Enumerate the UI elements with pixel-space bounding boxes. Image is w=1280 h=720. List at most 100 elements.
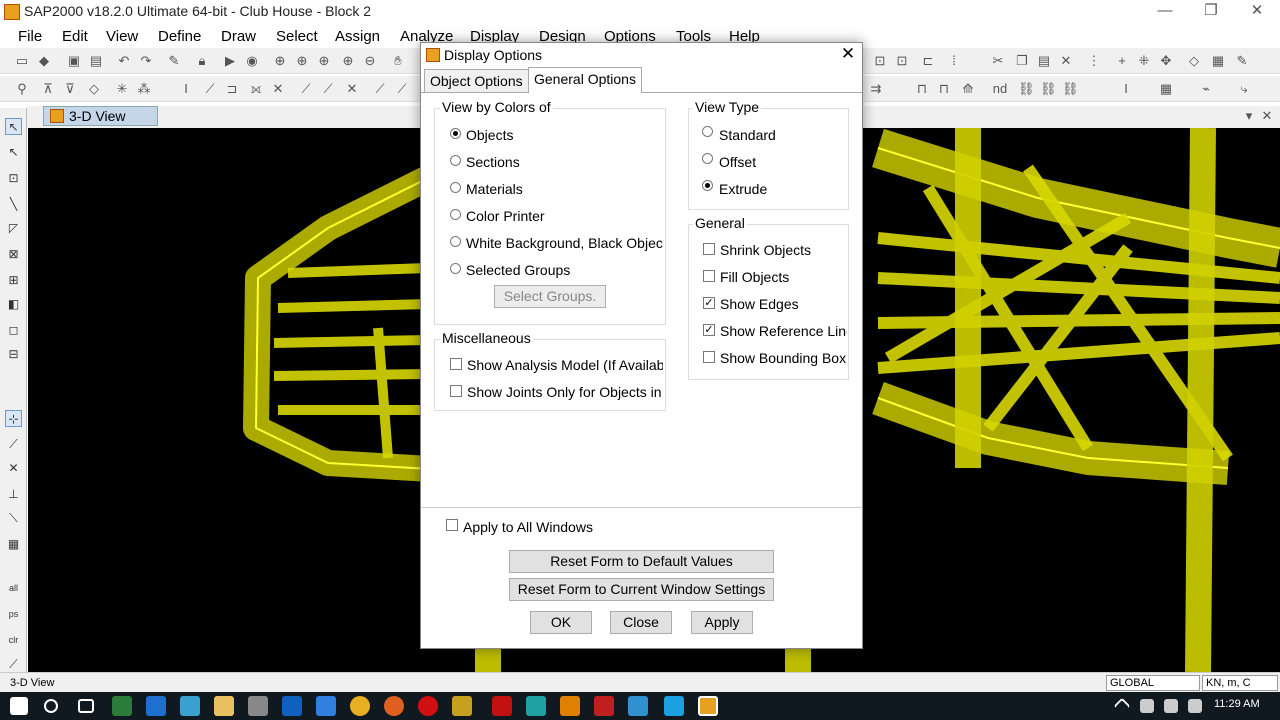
- sap2000-taskbar-icon[interactable]: [698, 696, 718, 716]
- reset-current-button[interactable]: Reset Form to Current Window Settings: [509, 578, 774, 601]
- print-icon[interactable]: ▤: [88, 53, 104, 69]
- redo-icon[interactable]: ↷: [138, 53, 154, 69]
- move-icon[interactable]: ✥: [1158, 53, 1174, 69]
- area-mesh-icon[interactable]: ⟋: [372, 81, 388, 97]
- snap-intersect-icon[interactable]: ✕: [5, 460, 22, 477]
- skype-icon[interactable]: [664, 696, 684, 716]
- refresh-icon[interactable]: ✎: [166, 53, 182, 69]
- close-view-icon[interactable]: ✕: [1259, 108, 1275, 124]
- frame-draw-icon[interactable]: ⊓: [914, 81, 930, 97]
- intersect-line-icon[interactable]: ⟋: [5, 656, 22, 673]
- menu-draw[interactable]: Draw: [221, 28, 256, 45]
- snap-line-icon[interactable]: ⟍: [5, 510, 22, 527]
- snap-end-icon[interactable]: ⟋: [5, 436, 22, 453]
- draw-link-icon[interactable]: ◻: [5, 322, 22, 339]
- radio-extrude[interactable]: [702, 180, 713, 191]
- show-analysis-model-checkbox[interactable]: [450, 358, 462, 370]
- show-frame-icon[interactable]: ⁂: [136, 81, 152, 97]
- radio-materials[interactable]: [450, 182, 461, 193]
- show-hidden-icon[interactable]: [1113, 697, 1131, 715]
- taskbar-app-icon[interactable]: [594, 696, 614, 716]
- pan-icon[interactable]: ✋︎: [390, 53, 406, 69]
- cut-icon[interactable]: ✂: [990, 53, 1006, 69]
- zoom-out-icon[interactable]: ⊖: [362, 53, 378, 69]
- erase-icon[interactable]: ◇: [1186, 53, 1202, 69]
- menu-edit[interactable]: Edit: [62, 28, 88, 45]
- select-all-icon[interactable]: ⁞: [946, 53, 962, 69]
- radio-offset[interactable]: [702, 153, 713, 164]
- network-icon[interactable]: [1140, 699, 1154, 713]
- search-icon[interactable]: [44, 699, 58, 713]
- area-section-icon[interactable]: ⟋: [298, 81, 314, 97]
- menu-define[interactable]: Define: [158, 28, 201, 45]
- draw-frame-icon[interactable]: ╲: [5, 196, 22, 213]
- radio-selected-groups[interactable]: [450, 263, 461, 274]
- select-all-left-icon[interactable]: all: [5, 580, 22, 597]
- ok-button[interactable]: OK: [530, 611, 592, 634]
- minimize-button[interactable]: —: [1142, 0, 1188, 24]
- tendon-icon[interactable]: ⛓︎: [1040, 81, 1057, 97]
- frame-section-icon[interactable]: I: [178, 81, 194, 97]
- reset-default-button[interactable]: Reset Form to Default Values: [509, 550, 774, 573]
- edge-icon[interactable]: [146, 696, 166, 716]
- frame-release-icon[interactable]: ⟋: [202, 81, 218, 97]
- named-display-icon[interactable]: nd: [992, 81, 1008, 97]
- menu-select[interactable]: Select: [276, 28, 318, 45]
- zoom-in-icon[interactable]: ⊕: [340, 53, 356, 69]
- show-joint-icon[interactable]: ✳: [114, 81, 130, 97]
- undo-icon[interactable]: ↶: [116, 53, 132, 69]
- snap-grid-icon[interactable]: ▦: [5, 536, 22, 553]
- delete-icon[interactable]: ✕: [1058, 53, 1074, 69]
- menu-file[interactable]: File: [18, 28, 42, 45]
- open-icon[interactable]: ◆: [36, 53, 52, 69]
- zoom-full-icon[interactable]: ⊕: [294, 53, 310, 69]
- draw-rect-icon[interactable]: ⊠: [5, 246, 22, 263]
- file-explorer-icon[interactable]: [214, 696, 234, 716]
- snap-icon[interactable]: +: [1114, 53, 1130, 69]
- coord-system-select[interactable]: GLOBAL: [1106, 675, 1200, 691]
- show-edges-checkbox[interactable]: ✓: [703, 297, 715, 309]
- chevron-down-icon[interactable]: ▾: [1241, 108, 1257, 124]
- snap-point-icon[interactable]: ⊹: [5, 410, 22, 427]
- quick-area-icon[interactable]: ⊞: [5, 272, 22, 289]
- select-groups-button[interactable]: Select Groups.: [494, 285, 606, 308]
- cable-icon[interactable]: ⛓︎: [1062, 81, 1079, 97]
- truss-icon[interactable]: ⟰: [960, 81, 976, 97]
- taskbar-app-icon[interactable]: [112, 696, 132, 716]
- language-icon[interactable]: [1188, 699, 1202, 713]
- frame-local-icon[interactable]: ✕: [270, 81, 286, 97]
- assign-restraint-icon[interactable]: ⊼: [40, 81, 56, 97]
- taskbar-app-icon[interactable]: [452, 696, 472, 716]
- assign-mass-icon[interactable]: ◇: [86, 81, 102, 97]
- magnify-icon[interactable]: ⊡: [894, 53, 910, 69]
- opera-icon[interactable]: [418, 696, 438, 716]
- close-window-button[interactable]: ✕: [1234, 0, 1280, 24]
- section-designer-icon[interactable]: I: [1118, 81, 1134, 97]
- fill-objects-checkbox[interactable]: [703, 270, 715, 282]
- draw-section-cut-icon[interactable]: ⊟: [5, 346, 22, 363]
- assign-spring-icon[interactable]: ⊽: [62, 81, 78, 97]
- show-joints-only-checkbox[interactable]: [450, 385, 462, 397]
- assign-joint-icon[interactable]: ⚲: [14, 81, 30, 97]
- draw-area-icon[interactable]: ◸: [5, 220, 22, 237]
- taskbar-app-icon[interactable]: [180, 696, 200, 716]
- show-reference-lines-checkbox[interactable]: ✓: [703, 324, 715, 336]
- area-local-icon[interactable]: ✕: [344, 81, 360, 97]
- display-forces-icon[interactable]: ⤷: [1236, 81, 1252, 97]
- radio-color-printer[interactable]: [450, 209, 461, 220]
- taskbar-app-icon[interactable]: [316, 696, 336, 716]
- apply-button[interactable]: Apply: [691, 611, 753, 634]
- lock-icon[interactable]: 🔒︎: [194, 53, 210, 69]
- draw-joint-icon[interactable]: ⊡: [5, 170, 22, 187]
- assign-load-icon[interactable]: ⇉: [868, 81, 884, 97]
- new-model-icon[interactable]: ▭: [14, 53, 30, 69]
- snap-perp-icon[interactable]: ⊥: [5, 486, 22, 503]
- menu-view[interactable]: View: [106, 28, 138, 45]
- windows-start-icon[interactable]: [10, 697, 28, 715]
- copy-icon[interactable]: ❐: [1014, 53, 1030, 69]
- area-edge-icon[interactable]: ⟋: [394, 81, 410, 97]
- volume-icon[interactable]: [1164, 699, 1178, 713]
- dialog-close-button[interactable]: ✕: [836, 45, 860, 65]
- replicate-icon[interactable]: ▦: [1210, 53, 1226, 69]
- radio-white-background[interactable]: [450, 236, 461, 247]
